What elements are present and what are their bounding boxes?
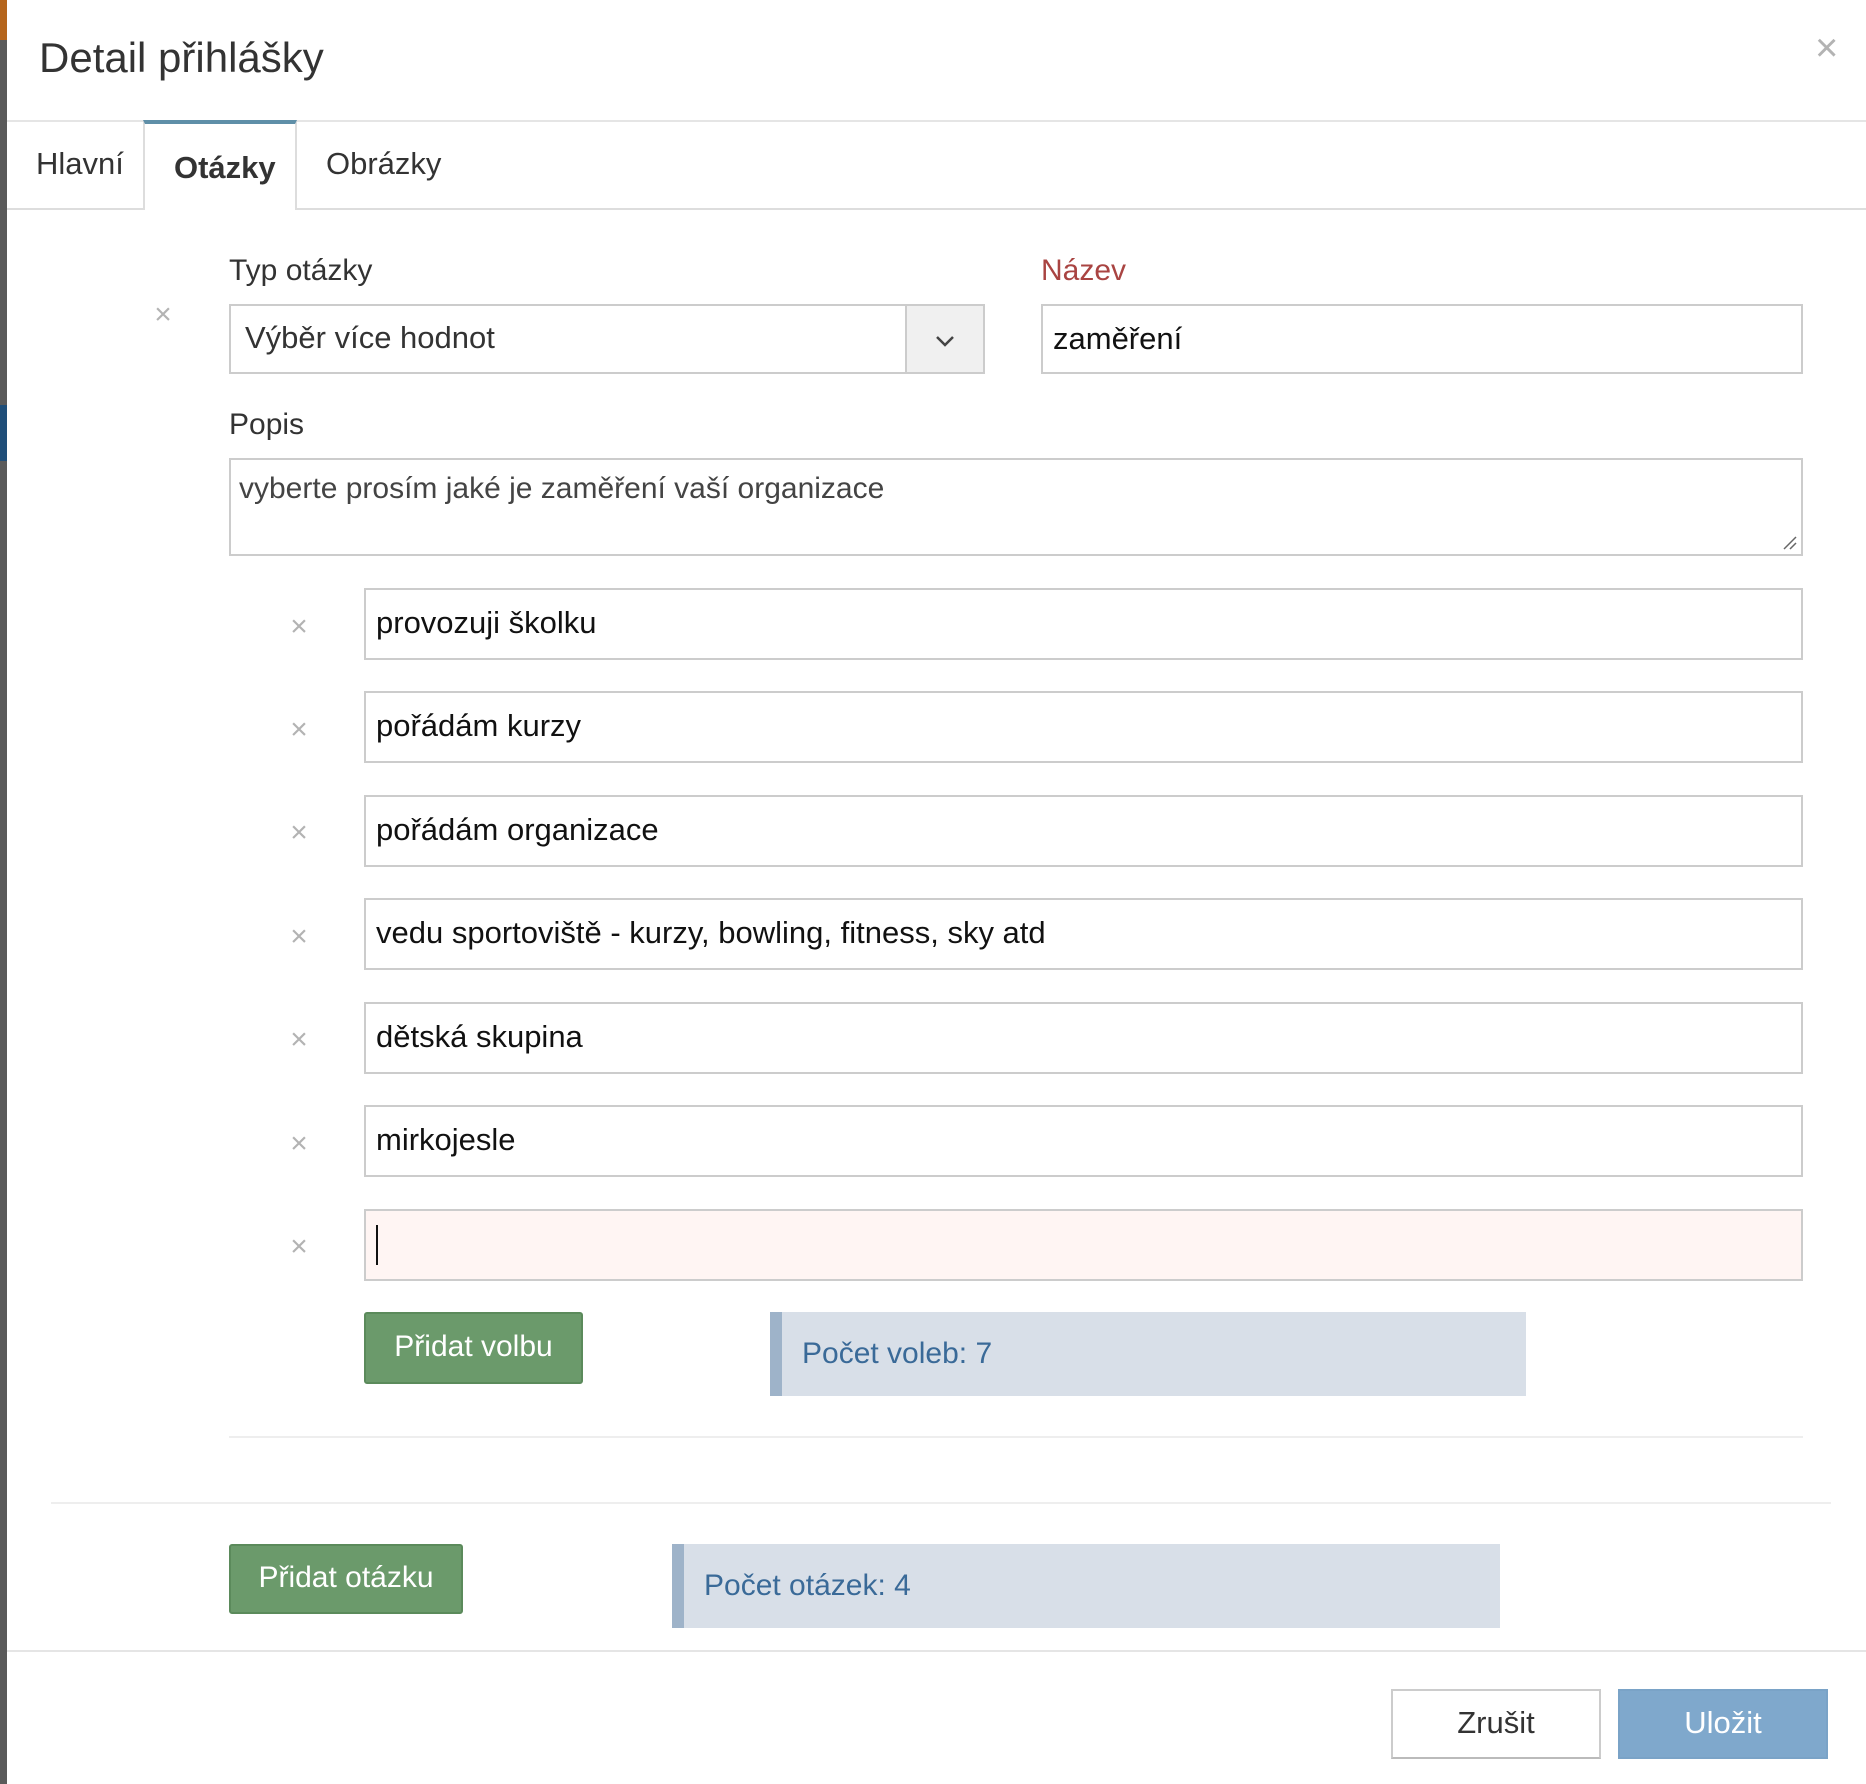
text-caret: [376, 1225, 378, 1265]
option-input[interactable]: provozuji školku: [364, 588, 1803, 660]
background-accent-top: [0, 0, 7, 40]
remove-option-icon[interactable]: ×: [281, 1022, 317, 1058]
option-value: provozuji školku: [376, 605, 597, 640]
background-accent-mid: [0, 405, 7, 461]
option-value: vedu sportoviště - kurzy, bowling, fitne…: [376, 915, 1046, 950]
option-input[interactable]: vedu sportoviště - kurzy, bowling, fitne…: [364, 898, 1803, 970]
option-input[interactable]: dětská skupina: [364, 1002, 1803, 1074]
question-type-value: Výběr více hodnot: [245, 320, 495, 355]
option-count-info: Počet voleb: 7: [770, 1312, 1526, 1396]
remove-option-icon[interactable]: ×: [281, 815, 317, 851]
question-name-value: zaměření: [1053, 321, 1183, 356]
tab-otazky[interactable]: Otázky: [143, 120, 297, 210]
remove-option-icon[interactable]: ×: [281, 609, 317, 645]
question-type-select[interactable]: Výběr více hodnot: [229, 304, 985, 374]
close-icon[interactable]: ×: [1815, 28, 1838, 68]
modal-dialog: Detail přihlášky × Hlavní Otázky Obrázky…: [7, 0, 1866, 1784]
modal-title: Detail přihlášky: [39, 34, 324, 81]
question-count-text: Počet otázek: 4: [704, 1569, 911, 1602]
option-input[interactable]: pořádám organizace: [364, 795, 1803, 867]
background-page-edge: [0, 0, 7, 1784]
save-button[interactable]: Uložit: [1618, 1689, 1828, 1759]
remove-question-icon[interactable]: ×: [145, 297, 181, 333]
cancel-button[interactable]: Zrušit: [1391, 1689, 1601, 1759]
option-value: pořádám organizace: [376, 812, 659, 847]
resize-handle-icon[interactable]: [1781, 534, 1797, 550]
description-value: vyberte prosím jaké je zaměření vaší org…: [239, 472, 885, 505]
footer-divider: [7, 1650, 1866, 1652]
question-name-input[interactable]: zaměření: [1041, 304, 1803, 374]
option-input-empty[interactable]: [364, 1209, 1803, 1281]
question-name-label: Název: [1041, 254, 1127, 287]
option-value: pořádám kurzy: [376, 708, 582, 743]
question-divider: [229, 1436, 1803, 1438]
tab-hlavni[interactable]: Hlavní: [7, 120, 144, 208]
add-option-button[interactable]: Přidat volbu: [364, 1312, 583, 1384]
description-textarea[interactable]: vyberte prosím jaké je zaměření vaší org…: [229, 458, 1803, 556]
tab-obrazky[interactable]: Obrázky: [297, 120, 467, 208]
option-value: dětská skupina: [376, 1019, 583, 1054]
description-label: Popis: [229, 408, 305, 441]
option-count-text: Počet voleb: 7: [802, 1337, 993, 1370]
add-question-button[interactable]: Přidat otázku: [229, 1544, 463, 1614]
option-value: mirkojesle: [376, 1122, 516, 1157]
remove-option-icon[interactable]: ×: [281, 712, 317, 748]
option-input[interactable]: mirkojesle: [364, 1105, 1803, 1177]
remove-option-icon[interactable]: ×: [281, 1229, 317, 1265]
modal-header: Detail přihlášky ×: [7, 0, 1866, 122]
remove-option-icon[interactable]: ×: [281, 919, 317, 955]
option-input[interactable]: pořádám kurzy: [364, 691, 1803, 763]
question-type-label: Typ otázky: [229, 254, 373, 287]
question-count-info: Počet otázek: 4: [672, 1544, 1500, 1628]
chevron-down-icon[interactable]: [905, 306, 983, 372]
tab-bar: Hlavní Otázky Obrázky: [7, 120, 1866, 210]
remove-option-icon[interactable]: ×: [281, 1126, 317, 1162]
section-divider: [51, 1502, 1831, 1504]
